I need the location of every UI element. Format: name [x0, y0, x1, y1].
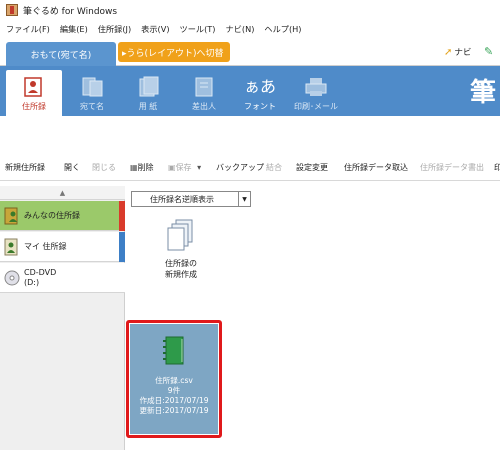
navi-label: ナビ — [454, 48, 472, 58]
close-button[interactable]: 閉じる — [92, 162, 116, 173]
my-address-book-icon — [4, 238, 18, 255]
save-icon: ▣ — [168, 163, 176, 172]
green-notebook-icon — [163, 336, 184, 365]
ribbon-tab-paper[interactable]: 用 紙 — [120, 70, 176, 116]
new-document-icon — [167, 219, 193, 251]
menu-help[interactable]: ヘルプ(H) — [264, 23, 301, 35]
print-button[interactable]: 印 — [494, 162, 500, 173]
ribbon-tab-label: 用 紙 — [138, 102, 158, 111]
mode-bar: おもて(宛て名) ▸うら(レイアウト)へ切替 ➚ ナビ ✎ — [0, 38, 500, 66]
change-settings-button[interactable]: 設定変更 — [296, 162, 328, 173]
font-icon: ぁあ — [243, 77, 276, 96]
file-entry-count: 9件 — [167, 386, 181, 395]
sidebar-item-label-group: CD-DVD (D:) — [24, 268, 56, 288]
delete-icon: ▦ — [130, 163, 138, 172]
save-dropdown-icon[interactable]: ▾ — [197, 163, 201, 172]
file-name: 住所録.csv — [155, 376, 193, 385]
tab-switch-back-layout[interactable]: ▸うら(レイアウト)へ切替 — [118, 42, 230, 62]
shared-address-book-icon — [4, 207, 18, 224]
menu-edit[interactable]: 編集(E) — [60, 23, 88, 35]
ribbon-tab-addressee[interactable]: 宛て名 — [64, 70, 120, 116]
ribbon-tab-print-mail[interactable]: 印刷･メール — [288, 70, 344, 116]
menu-tools[interactable]: ツール(T) — [180, 23, 216, 35]
sort-order-value: 住所録名逆順表示 — [150, 194, 214, 204]
sidebar-item-label: マイ 住所録 — [24, 242, 67, 251]
new-address-book-button[interactable]: 新規住所録 — [5, 162, 45, 173]
sort-order-select[interactable]: 住所録名逆順表示 ▼ — [131, 191, 251, 207]
cd-dvd-icon — [4, 270, 20, 285]
menu-address-book[interactable]: 住所録(J) — [98, 23, 131, 35]
menu-view[interactable]: 表示(V) — [141, 23, 169, 35]
sender-icon — [195, 77, 213, 97]
menu-file[interactable]: ファイル(F) — [6, 23, 50, 35]
sidebar: ▲ みんなの住所録 マイ 住所録 CD-DVD (D:) — [0, 186, 125, 450]
file-created-date: 作成日:2017/07/19 — [139, 396, 209, 405]
title-bar: 筆ぐるめ for Windows — [0, 0, 500, 20]
new-address-book-card[interactable]: 住所録の 新規作成 — [136, 218, 226, 308]
paper-icon — [139, 76, 159, 97]
file-card-body: 住所録.csv 9件 作成日:2017/07/19 更新日:2017/07/19 — [130, 324, 218, 434]
sidebar-item-label: みんなの住所録 — [24, 211, 80, 220]
import-data-button[interactable]: 住所録データ取込 — [344, 162, 408, 173]
chevron-down-icon[interactable]: ▼ — [238, 192, 250, 206]
sidebar-item-everyone-address-book[interactable]: みんなの住所録 — [0, 201, 125, 231]
sidebar-item-my-address-book[interactable]: マイ 住所録 — [0, 232, 125, 262]
app-icon — [6, 4, 18, 16]
merge-button[interactable]: 結合 — [266, 162, 282, 173]
ribbon-tab-label: 宛て名 — [80, 102, 104, 111]
address-book-icon — [24, 77, 42, 97]
sidebar-item-sublabel: (D:) — [24, 277, 40, 287]
sidebar-item-label: CD-DVD — [24, 267, 57, 277]
delete-label: 削除 — [137, 163, 154, 172]
ribbon-tab-font[interactable]: ぁあ フォント — [232, 70, 288, 116]
ribbon-tab-label: フォント — [244, 102, 276, 111]
ribbon-tab-label: 差出人 — [192, 102, 216, 111]
sidebar-item-cd-dvd[interactable]: CD-DVD (D:) — [0, 263, 125, 293]
menu-navi[interactable]: ナビ(N) — [226, 23, 255, 35]
brand-logo-char: 筆 — [470, 78, 497, 108]
ribbon-tab-address-book[interactable]: 住所録 — [6, 70, 62, 116]
save-label: 保存 — [175, 163, 192, 172]
printer-icon — [305, 78, 327, 96]
toolbar: 新規住所録 開く 閉じる ▦削除 ▣保存 ▾ バックアップ 結合 設定変更 住所… — [0, 116, 500, 180]
address-book-list: 住所録名逆順表示 ▼ 住所録の 新規作成 住所録.csv 9件 作成日:2017… — [126, 186, 500, 450]
open-button[interactable]: 開く — [64, 162, 80, 173]
tab-front-address[interactable]: おもて(宛て名) — [6, 42, 116, 66]
ribbon-tab-label: 住所録 — [22, 102, 46, 111]
navi-button[interactable]: ➚ ナビ — [444, 46, 472, 59]
highlighted-file-card[interactable]: 住所録.csv 9件 作成日:2017/07/19 更新日:2017/07/19 — [126, 320, 222, 438]
cursor-arrow-icon: ➚ — [444, 46, 453, 58]
window-title: 筆ぐるめ for Windows — [23, 6, 118, 17]
addressee-icon — [82, 77, 103, 97]
ribbon-tab-label: 印刷･メール — [294, 102, 338, 111]
sidebar-scroll-up-button[interactable]: ▲ — [0, 186, 125, 200]
ribbon: 住所録 宛て名 用 紙 差出人 ぁあ フォント 印刷･メール 筆 — [0, 66, 500, 116]
sidebar-item-color-stripe — [119, 201, 125, 231]
file-updated-date: 更新日:2017/07/19 — [139, 406, 209, 415]
new-card-line1: 住所録の — [165, 259, 197, 268]
export-data-button[interactable]: 住所録データ書出 — [420, 162, 484, 173]
new-card-line2: 新規作成 — [165, 270, 197, 279]
wrench-icon[interactable]: ✎ — [484, 45, 493, 58]
delete-button[interactable]: ▦削除 — [130, 162, 154, 173]
new-card-label: 住所録の 新規作成 — [165, 258, 197, 280]
ribbon-tab-sender[interactable]: 差出人 — [176, 70, 232, 116]
menu-bar: ファイル(F) 編集(E) 住所録(J) 表示(V) ツール(T) ナビ(N) … — [0, 20, 500, 38]
toolbar-divider — [0, 180, 500, 181]
save-button[interactable]: ▣保存 ▾ — [168, 162, 201, 173]
backup-button[interactable]: バックアップ — [216, 162, 264, 173]
sidebar-item-color-stripe — [119, 232, 125, 262]
